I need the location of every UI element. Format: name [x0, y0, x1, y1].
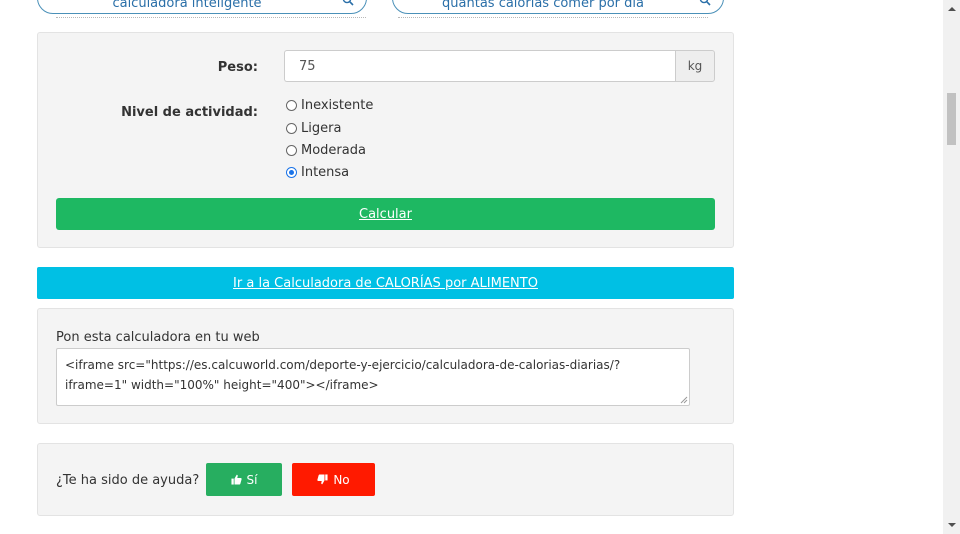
thumbs-down-icon — [317, 474, 328, 485]
weight-input[interactable]: 75 — [284, 50, 675, 82]
radio-button-selected[interactable] — [286, 167, 297, 178]
radio-button[interactable] — [286, 145, 297, 156]
radio-ligera[interactable]: Ligera — [286, 121, 341, 136]
vertical-scrollbar[interactable] — [943, 0, 960, 534]
search-icon — [699, 0, 711, 6]
radio-button[interactable] — [286, 100, 297, 111]
embed-label: Pon esta calculadora en tu web — [56, 330, 260, 345]
embed-code-textarea[interactable]: <iframe src="https://es.calcuworld.com/d… — [56, 348, 690, 406]
yes-label: Sí — [246, 472, 258, 487]
radio-label: Inexistente — [301, 98, 374, 113]
radio-label: Moderada — [301, 143, 366, 158]
search-pill-right-text: quantas calorias comer por dia — [442, 0, 644, 11]
radio-moderada[interactable]: Moderada — [286, 143, 366, 158]
resize-handle-icon[interactable] — [680, 396, 688, 404]
scrollbar-thumb[interactable] — [947, 93, 956, 145]
weight-label: Peso: — [217, 60, 258, 75]
embed-code-text: <iframe src="https://es.calcuworld.com/d… — [65, 358, 621, 392]
search-icon — [342, 0, 354, 6]
scroll-down-arrow-icon[interactable] — [948, 523, 956, 527]
search-pill-left-text: calculadora inteligente — [112, 0, 262, 11]
radio-button[interactable] — [286, 123, 297, 134]
no-button[interactable]: No — [292, 463, 375, 496]
food-calculator-link[interactable]: Ir a la Calculadora de CALORÍAS por ALIM… — [37, 267, 734, 299]
no-label: No — [333, 472, 350, 487]
weight-unit: kg — [675, 50, 715, 82]
yes-button[interactable]: Sí — [206, 463, 282, 496]
weight-input-group: 75 kg — [284, 50, 715, 82]
radio-label: Ligera — [301, 121, 342, 136]
radio-intensa[interactable]: Intensa — [286, 165, 349, 180]
radio-inexistente[interactable]: Inexistente — [286, 98, 373, 113]
calculate-button[interactable]: Calcular — [56, 198, 715, 230]
scroll-up-arrow-icon[interactable] — [948, 7, 956, 11]
radio-label: Intensa — [301, 165, 350, 180]
divider — [56, 17, 366, 18]
search-pill-right[interactable]: quantas calorias comer por dia — [392, 0, 724, 14]
feedback-question: ¿Te ha sido de ayuda? — [56, 473, 200, 488]
search-pill-left[interactable]: calculadora inteligente — [37, 0, 367, 14]
activity-label: Nivel de actividad: — [121, 105, 258, 120]
thumbs-up-icon — [230, 474, 242, 485]
divider — [398, 17, 708, 18]
